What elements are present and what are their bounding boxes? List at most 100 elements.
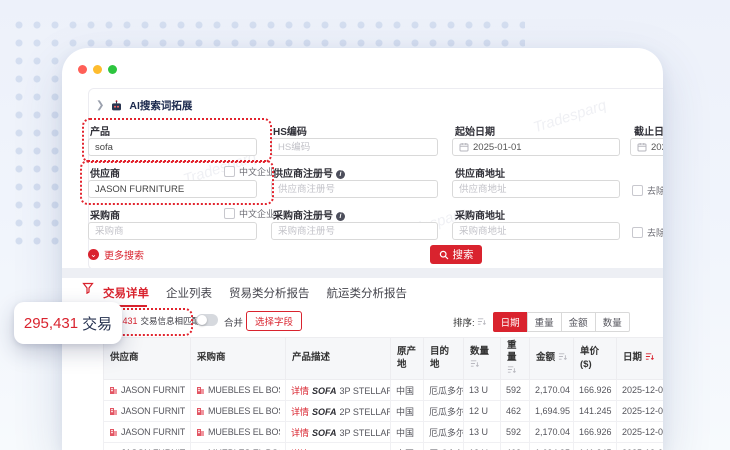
- chevron-right-icon: ❯: [96, 101, 104, 111]
- col-header-buyer: 采购商: [191, 338, 286, 380]
- product-input[interactable]: [88, 138, 257, 156]
- company-icon: [109, 386, 118, 395]
- sort-arrows-icon: [507, 365, 516, 374]
- checkbox-icon: [632, 185, 643, 196]
- sort-arrows-icon: [645, 352, 654, 361]
- tab-bar: 交易详单 企业列表 贸易类分析报告 航运类分析报告: [103, 285, 407, 307]
- table-header-row: 供应商采购商产品描述原产地目的地数量 重量 金额 单价($)日期: [104, 338, 664, 380]
- origin-cell: 中国: [391, 422, 424, 443]
- results-count-callout: 295,431 交易: [14, 302, 122, 344]
- col-header-destination: 目的地: [424, 338, 464, 380]
- table-row: JASON FURNITURE MUEBLES EL BOSQUE S.A 详情…: [104, 443, 664, 450]
- chevron-down-circle-icon: ⌄: [88, 249, 99, 260]
- hs-code-input[interactable]: [271, 138, 438, 156]
- more-search-label: 更多搜索: [104, 247, 144, 262]
- remove-logistics-label: 去除物流商: [647, 184, 663, 197]
- sort-option-重量[interactable]: 重量: [527, 312, 562, 332]
- buyer-input[interactable]: [88, 222, 257, 240]
- select-fields-button[interactable]: 选择字段: [246, 311, 302, 331]
- weight-cell: 592: [501, 422, 530, 443]
- supplier-cell[interactable]: JASON FURNITURE: [104, 422, 191, 443]
- sort-option-金额[interactable]: 金额: [561, 312, 596, 332]
- buyer-addr-label: 采购商地址: [455, 207, 505, 222]
- window-minimize-dot[interactable]: [93, 65, 102, 74]
- checkbox-icon: [224, 208, 235, 219]
- col-header-origin: 原产地: [391, 338, 424, 380]
- tab-trade-analysis-report[interactable]: 贸易类分析报告: [229, 285, 310, 307]
- buyer-cell[interactable]: MUEBLES EL BOSQUE S.A: [191, 380, 286, 401]
- sort-controls: 排序: 日期重量金额数量: [453, 312, 630, 332]
- destination-cell: 厄瓜多尔: [424, 401, 464, 422]
- filter-icon[interactable]: [82, 281, 94, 299]
- product-cell: 详情SOFA2P STELLAR MUE...: [286, 443, 391, 450]
- merge-toggle[interactable]: [196, 314, 218, 326]
- col-header-product: 产品描述: [286, 338, 391, 380]
- destination-cell: 厄瓜多尔: [424, 443, 464, 450]
- search-button[interactable]: 搜索: [430, 245, 482, 264]
- supplier-reg-input[interactable]: [271, 180, 438, 198]
- start-date-value: 2025-01-01: [473, 142, 522, 153]
- calendar-icon: [637, 142, 647, 152]
- amount-cell: 1,694.95: [530, 401, 574, 422]
- company-icon: [196, 428, 205, 437]
- end-date-label: 截止日期: [634, 123, 663, 138]
- info-icon[interactable]: i: [336, 212, 345, 221]
- supplier-addr-input[interactable]: [452, 180, 620, 198]
- sort-option-日期[interactable]: 日期: [493, 312, 528, 332]
- buyer-cell[interactable]: MUEBLES EL BOSQUE S.A: [191, 401, 286, 422]
- sort-option-数量[interactable]: 数量: [595, 312, 630, 332]
- search-form-panel: [88, 88, 663, 270]
- origin-cell: 中国: [391, 443, 424, 450]
- window-close-dot[interactable]: [78, 65, 87, 74]
- col-header-date[interactable]: 日期: [617, 338, 664, 380]
- window-zoom-dot[interactable]: [108, 65, 117, 74]
- supplier-cell[interactable]: JASON FURNITURE: [104, 401, 191, 422]
- buyer-cell[interactable]: MUEBLES EL BOSQUE S.A: [191, 443, 286, 450]
- date-cell: 2025-12-01: [617, 401, 664, 422]
- supplier-cell[interactable]: JASON FURNITURE: [104, 380, 191, 401]
- transactions-table: 供应商采购商产品描述原产地目的地数量 重量 金额 单价($)日期 JASON F…: [103, 337, 663, 450]
- destination-cell: 厄瓜多尔: [424, 422, 464, 443]
- sort-arrows-icon: [470, 359, 479, 368]
- qty-cell: 13 U: [464, 380, 501, 401]
- cn-company-label: 中文企业: [239, 207, 275, 220]
- remove-logistics-checkbox-2[interactable]: 去除物流商: [632, 226, 663, 239]
- end-date-input[interactable]: 2025-12-31: [630, 138, 663, 156]
- buyer-cn-company-checkbox[interactable]: 中文企业: [224, 207, 275, 220]
- col-header-amount[interactable]: 金额: [530, 338, 574, 380]
- buyer-addr-input[interactable]: [452, 222, 620, 240]
- date-cell: 2025-12-01: [617, 422, 664, 443]
- col-header-weight[interactable]: 重量: [501, 338, 530, 380]
- product-cell: 详情SOFA3P STELLAR MUE...: [286, 422, 391, 443]
- detail-link[interactable]: 详情: [291, 407, 309, 417]
- amount-cell: 2,170.04: [530, 380, 574, 401]
- tab-company-list[interactable]: 企业列表: [166, 285, 212, 307]
- start-date-input[interactable]: 2025-01-01: [452, 138, 620, 156]
- col-header-supplier: 供应商: [104, 338, 191, 380]
- supplier-cell[interactable]: JASON FURNITURE: [104, 443, 191, 450]
- buyer-reg-input[interactable]: [271, 222, 438, 240]
- callout-count: 295,431: [24, 315, 78, 332]
- supplier-label: 供应商: [90, 165, 120, 180]
- weight-cell: 462: [501, 401, 530, 422]
- results-label: 交易信息相匹配: [141, 315, 201, 327]
- detail-link[interactable]: 详情: [291, 428, 309, 438]
- start-date-label: 起始日期: [455, 123, 495, 138]
- supplier-cn-company-checkbox[interactable]: 中文企业: [224, 165, 275, 178]
- buyer-cell[interactable]: MUEBLES EL BOSQUE S.A: [191, 422, 286, 443]
- remove-logistics-checkbox-1[interactable]: 去除物流商: [632, 184, 663, 197]
- tab-shipping-analysis-report[interactable]: 航运类分析报告: [327, 285, 408, 307]
- calendar-icon: [459, 142, 469, 152]
- ai-search-expand-row[interactable]: ❯ AI搜索词拓展: [96, 98, 192, 113]
- sort-arrows-icon: [477, 317, 486, 326]
- info-icon[interactable]: i: [336, 170, 345, 179]
- toggle-knob: [197, 315, 207, 325]
- robot-icon: [110, 100, 123, 112]
- more-search-link[interactable]: ⌄ 更多搜索: [88, 247, 144, 262]
- supplier-input[interactable]: [88, 180, 257, 198]
- product-label: 产品: [90, 123, 110, 138]
- qty-cell: 12 U: [464, 401, 501, 422]
- destination-cell: 厄瓜多尔: [424, 380, 464, 401]
- col-header-qty[interactable]: 数量: [464, 338, 501, 380]
- detail-link[interactable]: 详情: [291, 386, 309, 396]
